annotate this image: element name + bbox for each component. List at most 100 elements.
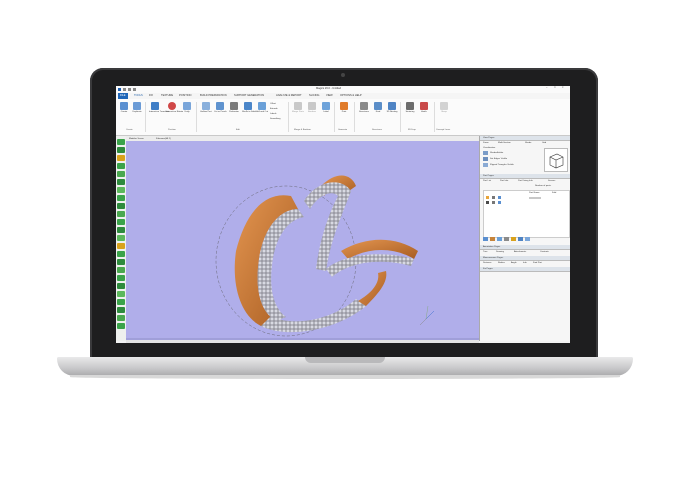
tool-icon[interactable] — [117, 227, 125, 233]
part-tool-icon[interactable] — [525, 237, 530, 241]
menu-options-help[interactable]: OPTIONS & HELP — [340, 94, 362, 98]
ribbon-button-merge[interactable]: Merge Parts — [292, 102, 304, 116]
view-item-shaded[interactable]: Shaded/white — [490, 152, 503, 154]
ribbon-button-structures[interactable]: Structures — [358, 102, 370, 116]
tab-part-list[interactable]: Part List — [483, 180, 491, 182]
ribbon-button-print[interactable]: Print — [338, 102, 350, 116]
ribbon-button-shells[interactable]: Shells to Solid — [242, 102, 256, 116]
annotation-pages-header[interactable]: Annotation Pages — [480, 245, 570, 250]
maximize-icon[interactable]: □ — [554, 86, 556, 90]
menu-tools[interactable]: TOOLS — [134, 94, 143, 98]
tool-icon[interactable] — [117, 155, 125, 161]
part-list[interactable]: Part Name Fold — [483, 190, 570, 238]
tab-tree[interactable]: Tree — [483, 251, 487, 253]
ribbon-button-label[interactable]: Label — [320, 102, 332, 116]
tab-find-part[interactable]: Find Part — [533, 262, 542, 264]
3d-viewport[interactable] — [126, 141, 479, 340]
part-tool-icon[interactable] — [483, 237, 488, 241]
view-pages-header[interactable]: View Pages — [480, 136, 570, 141]
tab-zoom[interactable]: Zoom — [483, 142, 489, 144]
ribbon-button-cut[interactable]: Cut or Punch — [214, 102, 227, 116]
menu-build-preparation[interactable]: BUILD PREPARATION — [200, 94, 227, 98]
tab-modeler-scene[interactable]: Modeler Scene — [129, 138, 144, 140]
tool-icon[interactable] — [117, 171, 125, 177]
ribbon-button-perforator[interactable]: Perforator — [228, 102, 240, 116]
quick-access-toolbar[interactable] — [123, 87, 183, 91]
minimize-icon[interactable]: – — [546, 86, 547, 90]
tool-icon[interactable] — [117, 187, 125, 193]
ribbon-item-extrude[interactable]: Extrude — [270, 108, 278, 110]
tool-icon[interactable] — [117, 179, 125, 185]
tab-multi-section[interactable]: Multi-Section — [498, 142, 511, 144]
tab-scenes[interactable]: Scenes — [548, 180, 555, 182]
tab-part-fixing[interactable]: Part Fixing Info — [518, 180, 533, 182]
tool-icon[interactable] — [117, 323, 125, 329]
part-tool-icon[interactable] — [511, 237, 516, 241]
save-icon[interactable] — [123, 87, 126, 91]
tab-info[interactable]: Info — [523, 262, 527, 264]
tool-icon[interactable] — [117, 267, 125, 273]
menu-texture[interactable]: TEXTURE — [161, 94, 173, 98]
ribbon-item-smoothing[interactable]: Smoothing — [270, 118, 280, 120]
undo-icon[interactable] — [128, 87, 131, 91]
tool-icon[interactable] — [117, 251, 125, 257]
ribbon-button-hull[interactable]: Hull and Cut — [256, 102, 268, 116]
ribbon-item-offset[interactable]: Offset — [270, 103, 276, 105]
fix-pages-header[interactable]: Fix Pages — [480, 267, 570, 272]
tab-angle[interactable]: Angle — [511, 262, 517, 264]
ribbon-button-boolean[interactable]: Boolean — [306, 102, 318, 116]
menu-position[interactable]: POSITION — [179, 94, 191, 98]
tab-shade[interactable]: Shade — [525, 142, 531, 144]
ribbon-button-hollow[interactable]: Hollow Part — [200, 102, 212, 116]
tab-grid[interactable]: Grid — [542, 142, 546, 144]
visibility-icon[interactable] — [492, 201, 495, 204]
tool-icon[interactable] — [117, 243, 125, 249]
menu-fix[interactable]: FIX — [149, 94, 153, 98]
menu-view[interactable]: VIEW — [326, 94, 333, 98]
ribbon-button-unify[interactable]: Unify — [181, 102, 193, 116]
part-tool-icon[interactable] — [490, 237, 495, 241]
tool-icon[interactable] — [117, 147, 125, 153]
tab-attachments[interactable]: Attachments — [514, 251, 526, 253]
measurement-pages-header[interactable]: Measurement Pages — [480, 256, 570, 261]
tool-icon[interactable] — [117, 291, 125, 297]
part-tool-icon[interactable] — [497, 237, 502, 241]
tab-radius[interactable]: Radius — [498, 262, 505, 264]
tool-icon[interactable] — [117, 219, 125, 225]
close-icon[interactable]: × — [562, 86, 564, 90]
part-tool-icon[interactable] — [504, 237, 509, 241]
tool-icon[interactable] — [117, 307, 125, 313]
tab-file[interactable]: Filename(Mt 2) — [156, 138, 171, 140]
ribbon-button-sintering[interactable]: Sintering — [404, 102, 416, 116]
ribbon-button-duplicate[interactable]: Duplicate — [131, 102, 143, 116]
tool-icon[interactable] — [117, 315, 125, 321]
lock-icon[interactable] — [498, 196, 501, 199]
tab-drawing[interactable]: Drawing — [496, 251, 504, 253]
tool-icon[interactable] — [117, 235, 125, 241]
ribbon-button-translate[interactable]: Interactive Translate — [149, 102, 169, 116]
part-tool-icon[interactable] — [518, 237, 523, 241]
tool-icon[interactable] — [117, 139, 125, 145]
visibility-icon[interactable] — [492, 196, 495, 199]
ribbon-item-labels[interactable]: Labels — [270, 113, 276, 115]
part-pages-header[interactable]: Part Pages — [480, 174, 570, 179]
tool-icon[interactable] — [117, 195, 125, 201]
tab-part-info[interactable]: Part Info — [500, 180, 508, 182]
ribbon-button-sleep[interactable]: Sleep — [438, 102, 450, 116]
redo-icon[interactable] — [133, 87, 136, 91]
tool-icon[interactable] — [117, 299, 125, 305]
tool-icon[interactable] — [117, 211, 125, 217]
menu-slicing[interactable]: SLICING — [309, 94, 319, 98]
tab-distance[interactable]: Distance — [483, 262, 492, 264]
ribbon-button-rotate[interactable]: Interactive Rotate — [166, 102, 183, 116]
lock-icon[interactable] — [498, 201, 501, 204]
ribbon-button-hatch[interactable]: Hatch — [418, 102, 430, 116]
tool-icon[interactable] — [117, 203, 125, 209]
ribbon-button-create[interactable]: Create — [118, 102, 130, 116]
menu-analyze-report[interactable]: ANALYZE & REPORT — [276, 94, 302, 98]
tool-icon[interactable] — [117, 275, 125, 281]
tab-contents[interactable]: Contents — [540, 251, 549, 253]
tool-icon[interactable] — [117, 163, 125, 169]
menu-support-generation[interactable]: SUPPORT GENERATION — [234, 94, 264, 98]
view-item-flipped[interactable]: Flipped Triangles Visible — [490, 164, 514, 166]
